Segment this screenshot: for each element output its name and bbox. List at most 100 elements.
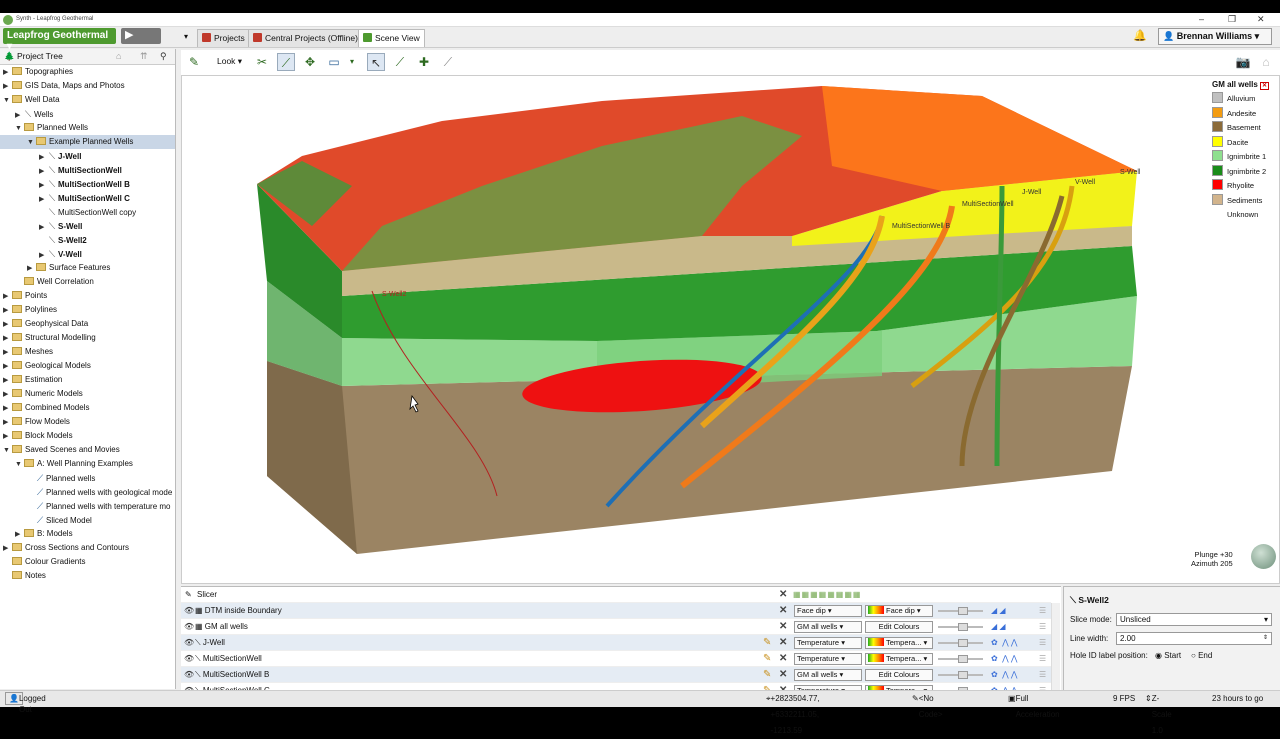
- draw-well-icon[interactable]: ⟋: [391, 53, 409, 71]
- tree-item-wells[interactable]: ▶ ⟍ Wells: [0, 107, 175, 121]
- tree-item-geological-models[interactable]: ▶ Geological Models: [0, 359, 175, 373]
- expand-arrow-icon[interactable]: ▶: [27, 262, 36, 276]
- ruler-tool-icon[interactable]: ⟋: [277, 53, 295, 71]
- tree-item-notes[interactable]: Notes: [0, 569, 175, 583]
- colour-by-select[interactable]: GM all wells ▾: [794, 669, 862, 681]
- tree-item-topographies[interactable]: ▶ Topographies: [0, 65, 175, 79]
- stepper-icon[interactable]: ⇕: [1263, 634, 1268, 641]
- tree-item-planned-wells[interactable]: ⟋ Planned wells: [0, 471, 175, 485]
- slicer-remove-icon[interactable]: ✕: [779, 587, 787, 603]
- colour-map-select[interactable]: Tempera... ▾: [865, 653, 933, 665]
- row-action-icons[interactable]: ✿ ⋀ ⋀: [991, 667, 1018, 683]
- tree-item-block-models[interactable]: ▶ Block Models: [0, 429, 175, 443]
- shelf-row[interactable]: 👁 ▦ GM all wells ✕ GM all wells ▾ Edit Colou…: [181, 619, 1051, 635]
- tree-item-sliced-model[interactable]: ⟋ Sliced Model: [0, 513, 175, 527]
- expand-arrow-icon[interactable]: ▶: [3, 360, 12, 374]
- colour-by-select[interactable]: Temperature ▾: [794, 653, 862, 665]
- row-menu-icon[interactable]: ☰: [1039, 603, 1046, 619]
- expand-arrow-icon[interactable]: ▶: [3, 66, 12, 80]
- expand-arrow-icon[interactable]: ▶: [3, 346, 12, 360]
- tab-projects[interactable]: Projects: [197, 29, 250, 47]
- colour-map-select[interactable]: Edit Colours: [865, 669, 933, 681]
- shelf-row[interactable]: 👁 ⟍ J-Well ✎ ✕ Temperature ▾ Tempera... ▾ ✿ ⋀ …: [181, 635, 1051, 651]
- add-well-icon[interactable]: ✚: [415, 53, 433, 71]
- tree-item-planned-wells[interactable]: ▼ Planned Wells: [0, 121, 175, 135]
- home-view-icon[interactable]: ⌂: [1257, 53, 1275, 71]
- expand-arrow-icon[interactable]: ▶: [3, 318, 12, 332]
- tree-item-geophysical-data[interactable]: ▶ Geophysical Data: [0, 317, 175, 331]
- minimize-icon[interactable]: –: [1199, 14, 1204, 24]
- tab-central-projects[interactable]: Central Projects (Offline): [248, 29, 363, 47]
- tree-item-a-well-planning-examples[interactable]: ▼ A: Well Planning Examples: [0, 457, 175, 471]
- camera-icon[interactable]: 📷: [1234, 53, 1252, 71]
- tree-item-estimation[interactable]: ▶ Estimation: [0, 373, 175, 387]
- tree-item-points[interactable]: ▶ Points: [0, 289, 175, 303]
- row-menu-icon[interactable]: ☰: [1039, 651, 1046, 667]
- close-icon[interactable]: ✕: [1257, 14, 1265, 25]
- visibility-eye-icon[interactable]: 👁: [184, 651, 194, 667]
- expand-arrow-icon[interactable]: ▶: [3, 416, 12, 430]
- remove-icon[interactable]: ✕: [779, 603, 787, 619]
- collapse-arrow-icon[interactable]: ▼: [3, 94, 12, 108]
- row-menu-icon[interactable]: ☰: [1039, 667, 1046, 683]
- measure-icon[interactable]: ⟋: [439, 53, 457, 71]
- tree-item-surface-features[interactable]: ▶ Surface Features: [0, 261, 175, 275]
- collapse-icon[interactable]: ⇈: [140, 51, 148, 62]
- edit-pencil-icon[interactable]: ✎: [763, 635, 771, 651]
- expand-arrow-icon[interactable]: ▶: [3, 430, 12, 444]
- row-action-icons[interactable]: ◢ ◢: [991, 619, 1006, 635]
- line-width-input[interactable]: 2.00 ⇕: [1116, 632, 1272, 645]
- tree-item-multisectionwell-b[interactable]: ▶ ⟍ MultiSectionWell B: [0, 177, 175, 191]
- select-pointer-icon[interactable]: ↖: [367, 53, 385, 71]
- draw-tool-icon[interactable]: ✎: [185, 53, 203, 71]
- logged-out-button[interactable]: 👤 Logged Out: [5, 692, 46, 714]
- expand-arrow-icon[interactable]: ▶: [3, 332, 12, 346]
- slider-thumb[interactable]: [958, 639, 968, 647]
- slider-thumb[interactable]: [958, 623, 968, 631]
- transparency-slider[interactable]: [938, 639, 983, 647]
- visibility-eye-icon[interactable]: 👁: [184, 603, 194, 619]
- shelf-row[interactable]: 👁 ▦ DTM inside Boundary ✕ Face dip ▾ Face di…: [181, 603, 1051, 619]
- tree-item-colour-gradients[interactable]: Colour Gradients: [0, 555, 175, 569]
- visibility-eye-icon[interactable]: 👁: [184, 635, 194, 651]
- tree-item-structural-modelling[interactable]: ▶ Structural Modelling: [0, 331, 175, 345]
- expand-arrow-icon[interactable]: ▶: [3, 542, 12, 556]
- remove-icon[interactable]: ✕: [779, 651, 787, 667]
- tabs-dropdown-icon[interactable]: ▾: [184, 32, 188, 41]
- expand-arrow-icon[interactable]: ▶: [3, 304, 12, 318]
- remove-icon[interactable]: ✕: [779, 667, 787, 683]
- transparency-slider[interactable]: [938, 655, 983, 663]
- row-action-icons[interactable]: ✿ ⋀ ⋀: [991, 635, 1018, 651]
- tree-item-well-correlation[interactable]: Well Correlation: [0, 275, 175, 289]
- tree-item-cross-sections-and-contours[interactable]: ▶ Cross Sections and Contours: [0, 541, 175, 555]
- radio-end[interactable]: ○ End: [1191, 651, 1212, 660]
- visibility-eye-icon[interactable]: 👁: [184, 667, 194, 683]
- tree-item-flow-models[interactable]: ▶ Flow Models: [0, 415, 175, 429]
- transparency-slider[interactable]: [938, 623, 983, 631]
- tree-item-multisectionwell[interactable]: ▶ ⟍ MultiSectionWell: [0, 163, 175, 177]
- collapse-arrow-icon[interactable]: ▼: [15, 122, 24, 136]
- transparency-slider[interactable]: [938, 607, 983, 615]
- edit-pencil-icon[interactable]: ✎: [763, 667, 771, 683]
- expand-arrow-icon[interactable]: ▶: [3, 80, 12, 94]
- tree-item-b-models[interactable]: ▶ B: Models: [0, 527, 175, 541]
- scene-view[interactable]: S-Well J-Well V-Well MultiSectionWell Mu…: [181, 75, 1280, 584]
- shelf-row[interactable]: 👁 ⟍ MultiSectionWell B ✎ ✕ GM all wells ▾ Edi…: [181, 667, 1051, 683]
- edit-pencil-icon[interactable]: ✎: [763, 651, 771, 667]
- slicer-tool-icon[interactable]: ✂: [253, 53, 271, 71]
- zscale-button[interactable]: ⇕ Z-Scale 1.0: [1145, 691, 1172, 735]
- notifications-bell-icon[interactable]: 🔔: [1133, 29, 1147, 42]
- colour-by-select[interactable]: Temperature ▾: [794, 637, 862, 649]
- expand-arrow-icon[interactable]: ▶: [3, 388, 12, 402]
- collapse-arrow-icon[interactable]: ▼: [27, 136, 36, 150]
- tab-scene-view[interactable]: Scene View: [358, 29, 425, 47]
- tree-item-meshes[interactable]: ▶ Meshes: [0, 345, 175, 359]
- play-button[interactable]: ▶: [121, 28, 161, 44]
- tree-item-planned-wells-with-temperature-mo[interactable]: ⟋ Planned wells with temperature mo: [0, 499, 175, 513]
- tree-item-polylines[interactable]: ▶ Polylines: [0, 303, 175, 317]
- user-menu-button[interactable]: 👤 Brennan Williams ▾: [1158, 28, 1272, 45]
- tree-item-multisectionwell-c[interactable]: ▶ ⟍ MultiSectionWell C: [0, 191, 175, 205]
- tree-item-s-well2[interactable]: ⟍ S-Well2: [0, 233, 175, 247]
- tree-item-example-planned-wells[interactable]: ▼ Example Planned Wells: [0, 135, 175, 149]
- remove-icon[interactable]: ✕: [779, 635, 787, 651]
